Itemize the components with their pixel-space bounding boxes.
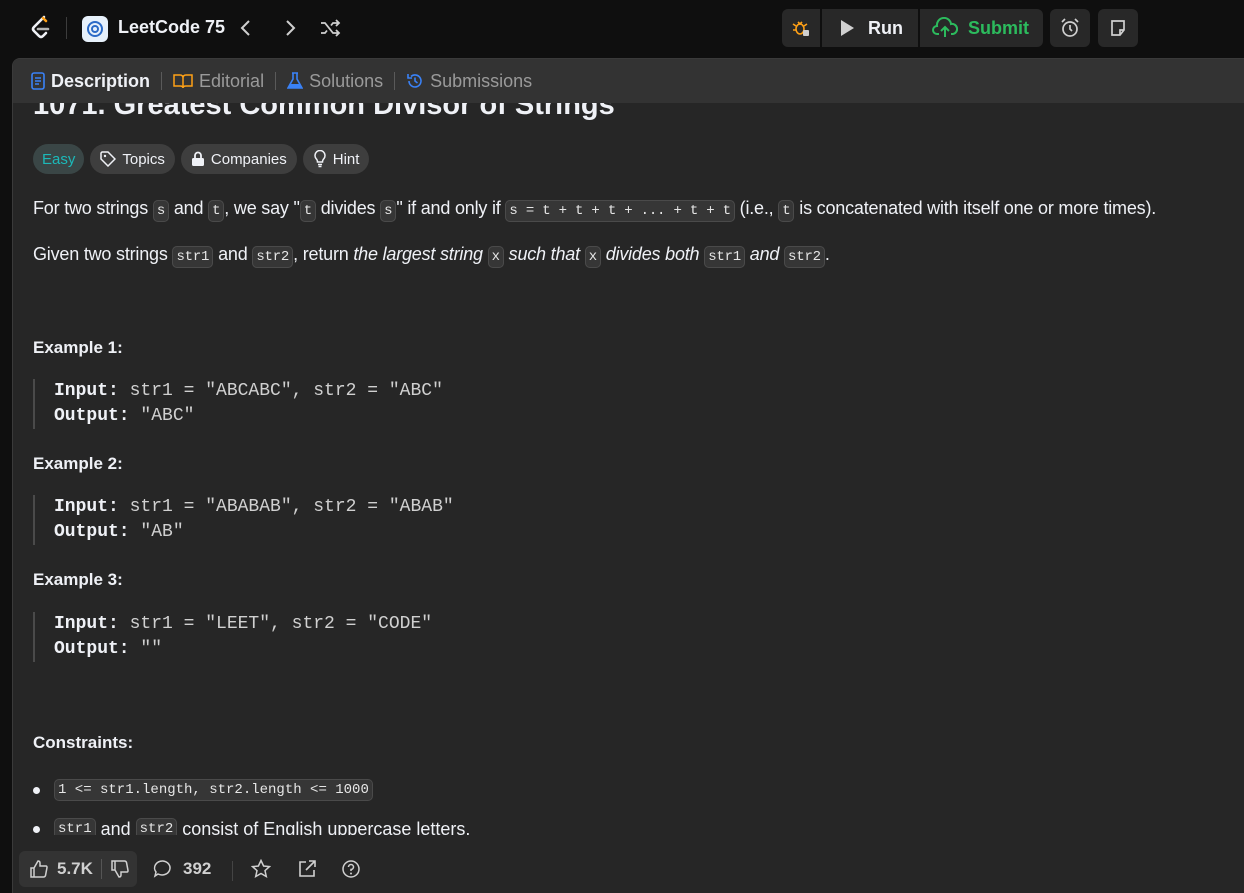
companies-button[interactable]: Companies	[180, 144, 297, 174]
leetcode-logo-icon[interactable]	[27, 14, 53, 42]
lock-icon	[191, 151, 204, 166]
tab-label: Submissions	[430, 70, 533, 91]
tab-solutions[interactable]: Solutions	[287, 71, 383, 92]
problem-paragraph-1: For two strings s and t, we say " t divid…	[33, 195, 1156, 224]
tab-divider	[394, 72, 396, 90]
example-2-block: Input: str1 = "ABABAB", str2 = "ABAB" Ou…	[33, 495, 454, 545]
bug-icon	[792, 21, 809, 36]
example-2-heading: Example 2:	[33, 454, 123, 473]
companies-label: Companies	[210, 150, 287, 168]
constraint-item: 1 <= str1.length, str2.length <= 1000	[33, 779, 373, 801]
like-count: 5.7K	[57, 859, 93, 878]
document-icon	[31, 72, 45, 90]
tab-submissions[interactable]: Submissions	[406, 71, 532, 92]
problem-footer: 5.7K 392	[13, 835, 1244, 893]
history-icon	[407, 74, 422, 88]
tab-divider	[275, 72, 277, 90]
notes-button[interactable]	[1098, 9, 1138, 47]
description-panel: Description Editorial Solutions Submissi…	[12, 58, 1244, 893]
study-plan-title[interactable]: LeetCode 75	[118, 17, 225, 38]
example-1-heading: Example 1:	[33, 338, 123, 357]
thumbs-down-icon[interactable]	[110, 859, 130, 879]
timer-button[interactable]	[1050, 9, 1090, 47]
problem-paragraph-2: Given two strings str1 and str2, return …	[33, 241, 830, 270]
topics-button[interactable]: Topics	[90, 144, 175, 174]
difficulty-badge: Easy	[33, 144, 85, 174]
like-dislike-group: 5.7K	[19, 851, 137, 887]
share-icon[interactable]	[297, 859, 317, 879]
note-icon	[1111, 20, 1125, 36]
constraints-heading: Constraints:	[33, 733, 134, 752]
study-plan-icon[interactable]	[82, 16, 108, 42]
run-label: Run	[868, 17, 903, 38]
topics-label: Topics	[122, 150, 165, 168]
cloud-upload-icon	[932, 17, 958, 37]
tab-editorial[interactable]: Editorial	[173, 71, 264, 92]
lightbulb-icon	[314, 150, 326, 168]
problem-tags: Easy Topics Companies Hint	[33, 144, 375, 174]
book-icon	[173, 74, 193, 89]
hint-label: Hint	[332, 150, 360, 168]
comment-count: 392	[183, 859, 212, 878]
thumbs-up-icon[interactable]	[29, 859, 49, 879]
play-icon	[841, 20, 854, 36]
comments-button[interactable]: 392	[153, 859, 211, 879]
example-1-block: Input: str1 = "ABCABC", str2 = "ABC" Out…	[33, 379, 443, 429]
tab-label: Solutions	[309, 70, 384, 91]
run-submit-group: Run Submit	[782, 9, 1043, 47]
comment-icon	[153, 860, 171, 878]
panel-tabs: Description Editorial Solutions Submissi…	[13, 59, 1244, 103]
divider	[232, 861, 233, 881]
debug-button[interactable]	[782, 9, 822, 47]
tab-divider	[161, 72, 163, 90]
tab-label: Editorial	[199, 70, 265, 91]
hint-button[interactable]: Hint	[302, 144, 370, 174]
tag-icon	[100, 151, 117, 167]
alarm-clock-icon	[1061, 18, 1079, 37]
flask-icon	[287, 72, 304, 89]
example-3-heading: Example 3:	[33, 570, 123, 589]
top-bar: LeetCode 75 Run Submit	[0, 0, 1244, 58]
help-icon[interactable]	[341, 859, 361, 879]
chevron-left-icon[interactable]	[234, 16, 258, 40]
submit-button[interactable]: Submit	[920, 9, 1043, 47]
shuffle-icon[interactable]	[318, 16, 342, 40]
divider	[66, 17, 67, 39]
tab-description[interactable]: Description	[31, 71, 150, 92]
example-3-block: Input: str1 = "LEET", str2 = "CODE" Outp…	[33, 612, 432, 662]
tab-label: Description	[51, 70, 151, 91]
star-icon[interactable]	[251, 859, 271, 879]
run-button[interactable]: Run	[822, 9, 920, 47]
chevron-right-icon[interactable]	[278, 16, 302, 40]
submit-label: Submit	[968, 17, 1029, 38]
